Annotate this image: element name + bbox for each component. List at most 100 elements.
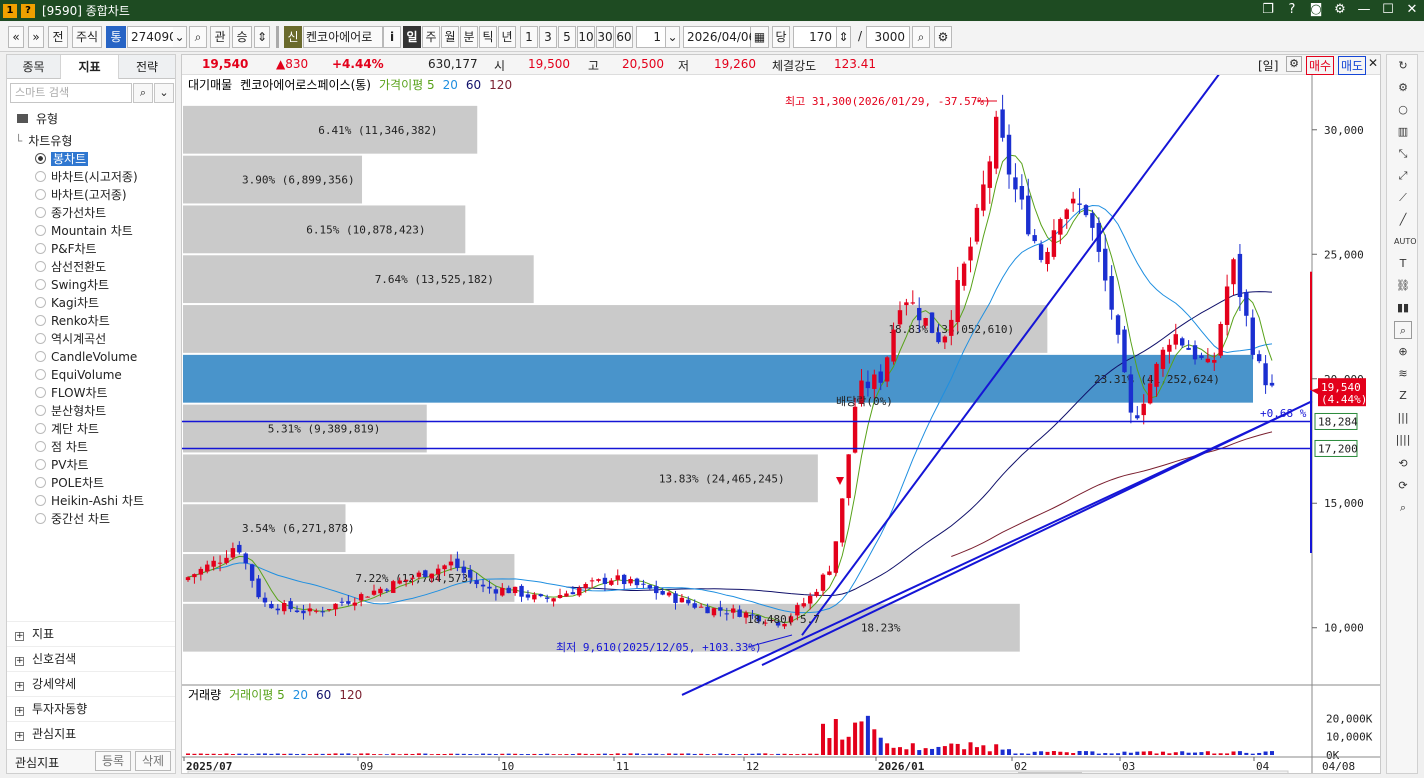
radio-icon[interactable] [35, 153, 46, 164]
radio-icon[interactable] [35, 369, 46, 380]
chart-type-item[interactable]: 분산형차트 [35, 402, 106, 420]
section-0[interactable]: + 지표 [7, 621, 175, 645]
capture-icon[interactable]: ◙ [1308, 2, 1324, 17]
section-3[interactable]: + 투자자동향 [7, 696, 175, 720]
radio-icon[interactable] [35, 495, 46, 506]
buy-button[interactable]: 매수 [1306, 56, 1335, 75]
unit-input[interactable]: 1 [636, 26, 666, 48]
radio-icon[interactable] [35, 387, 46, 398]
search-icon[interactable]: ⌕ [133, 83, 153, 103]
chart-type-item[interactable]: 바차트(시고저종) [35, 168, 138, 186]
type-header[interactable]: 유형 [17, 110, 58, 128]
text-tool-icon[interactable]: T [1394, 255, 1412, 273]
period-year-button[interactable]: 년 [498, 26, 516, 48]
find-icon[interactable]: ⌕ [1394, 499, 1412, 517]
delete-button[interactable]: 삭제 [135, 751, 171, 771]
radio-icon[interactable] [35, 405, 46, 416]
radio-icon[interactable] [35, 459, 46, 470]
radio-icon[interactable] [35, 297, 46, 308]
chart-type-item[interactable]: Kagi차트 [35, 294, 99, 312]
stock-type-button[interactable]: 주식 [72, 26, 102, 48]
radio-icon[interactable] [35, 279, 46, 290]
chart-type-item[interactable]: Swing차트 [35, 276, 109, 294]
help-icon[interactable]: ? [1284, 2, 1300, 17]
radio-icon[interactable] [35, 333, 46, 344]
chart-type-item[interactable]: EquiVolume [35, 366, 122, 384]
circle-tool-icon[interactable]: ○ [1394, 101, 1412, 119]
gear-icon[interactable]: ⚙ [1332, 2, 1348, 17]
tab-indicators[interactable]: 지표 [61, 55, 119, 79]
chart-type-item[interactable]: 바차트(고저종) [35, 186, 127, 204]
sell-button[interactable]: 매도 [1338, 56, 1367, 75]
chart-type-item[interactable]: FLOW차트 [35, 384, 108, 402]
chart-type-item[interactable]: POLE차트 [35, 474, 104, 492]
radio-icon[interactable] [35, 171, 46, 182]
chart-type-item[interactable]: CandleVolume [35, 348, 137, 366]
trendline-tool-icon[interactable]: ╱ [1394, 211, 1412, 229]
segment-tool-icon[interactable]: ⟋ [1394, 189, 1412, 207]
magnify-tool-icon[interactable]: ⌕ [1394, 321, 1412, 339]
section-1[interactable]: + 신호검색 [7, 646, 175, 670]
date-input[interactable]: 2026/04/06 [683, 26, 756, 48]
min-10-button[interactable]: 10 [577, 26, 595, 48]
code-dropdown-icon[interactable]: ⌄ [173, 26, 187, 48]
expand-icon[interactable]: ⌄ [154, 83, 174, 103]
expand-plus-icon[interactable]: + [15, 682, 24, 691]
count-input[interactable]: 170 [793, 26, 837, 48]
prev-button[interactable]: « [8, 26, 24, 48]
expand-plus-icon[interactable]: + [15, 657, 24, 666]
all-button[interactable]: 전 [48, 26, 68, 48]
info-button[interactable]: i [383, 26, 401, 48]
radio-icon[interactable] [35, 261, 46, 272]
tab-strategy[interactable]: 전략 [119, 55, 175, 79]
radio-icon[interactable] [35, 351, 46, 362]
close-chart-icon[interactable]: ✕ [1368, 56, 1378, 70]
expand-plus-icon[interactable]: + [15, 732, 24, 741]
redo-icon[interactable]: ⟳ [1394, 477, 1412, 495]
chart-type-item[interactable]: Mountain 차트 [35, 222, 133, 240]
radio-icon[interactable] [35, 477, 46, 488]
chart-tool-icon[interactable]: ▥ [1394, 123, 1412, 141]
expand-plus-icon[interactable]: + [15, 707, 24, 716]
interest-button[interactable]: 관 [210, 26, 230, 48]
radio-icon[interactable] [35, 315, 46, 326]
period-month-button[interactable]: 월 [441, 26, 459, 48]
chart-type-item[interactable]: P&F차트 [35, 240, 97, 258]
chart-type-item[interactable]: 봉차트 [35, 150, 89, 168]
chart-type-item[interactable]: Heikin-Ashi 차트 [35, 492, 144, 510]
count-spin-icon[interactable]: ⇕ [837, 26, 851, 48]
chart-type-item[interactable]: 중간선 차트 [35, 510, 110, 528]
auto-tool-icon[interactable]: AUTO [1394, 233, 1417, 251]
radio-icon[interactable] [35, 225, 46, 236]
chart-type-item[interactable]: 계단 차트 [35, 420, 99, 438]
minimize-icon[interactable]: — [1356, 2, 1372, 17]
chart-type-item[interactable]: 종가선차트 [35, 204, 106, 222]
unit-dropdown-icon[interactable]: ⌄ [666, 26, 680, 48]
help-badge-icon[interactable]: ? [21, 3, 35, 18]
restore-icon[interactable]: ❐ [1260, 2, 1276, 17]
period-minute-button[interactable]: 분 [460, 26, 478, 48]
tab-stocks[interactable]: 종목 [7, 55, 61, 79]
next-button[interactable]: » [28, 26, 44, 48]
search-icon[interactable]: ⌕ [189, 26, 207, 48]
chart-canvas[interactable]: 6.41% (11,346,382) 3.90% (6,899,356) 6.15%… [182, 75, 1380, 773]
chart-type-item[interactable]: 삼선전환도 [35, 258, 106, 276]
undo-icon[interactable]: ⟲ [1394, 455, 1412, 473]
section-2[interactable]: + 강세약세 [7, 671, 175, 695]
chart-type-group[interactable]: └ 차트유형 [15, 132, 72, 150]
maximize-icon[interactable]: ☐ [1380, 2, 1396, 17]
link-tool-icon[interactable]: ⛓ [1394, 277, 1412, 295]
fibo-tool-icon[interactable]: ≋ [1394, 365, 1412, 383]
ray-tool-icon[interactable]: ⤢ [1394, 167, 1412, 185]
period-tick-button[interactable]: 틱 [479, 26, 497, 48]
chart-type-item[interactable]: 역시계곡선 [35, 330, 106, 348]
period-week-button[interactable]: 주 [422, 26, 440, 48]
radio-icon[interactable] [35, 207, 46, 218]
integrated-button[interactable]: 통 [106, 26, 126, 48]
min-5-button[interactable]: 5 [558, 26, 576, 48]
zoom-icon[interactable]: ⌕ [912, 26, 930, 48]
min-3-button[interactable]: 3 [539, 26, 557, 48]
chart-type-item[interactable]: Renko차트 [35, 312, 110, 330]
z-tool-icon[interactable]: Z [1394, 387, 1412, 405]
chart-type-item[interactable]: 점 차트 [35, 438, 88, 456]
